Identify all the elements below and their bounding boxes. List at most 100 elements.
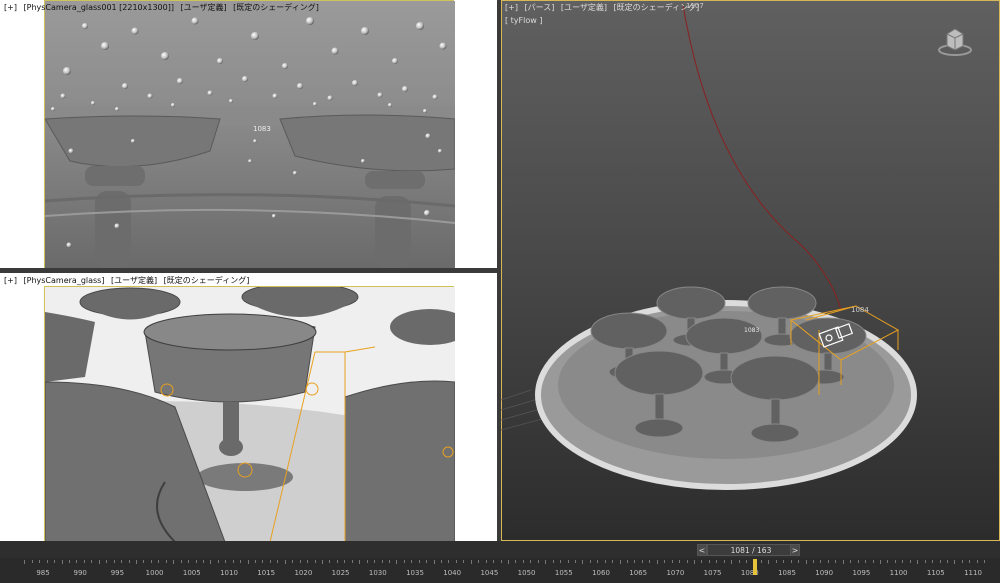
camera-safe-frame (44, 286, 455, 541)
viewport-camera-glass[interactable]: [+] [PhysCamera_glass] [ユーザ定義] [既定のシェーディ… (0, 273, 497, 541)
trackbar-tick (708, 560, 710, 563)
trackbar-tick (894, 560, 896, 563)
viewport-perspective[interactable]: [+] [パース] [ユーザ定義] [既定のシェーディング] [ tyFlow … (501, 0, 1000, 541)
trackbar-tick (701, 560, 703, 563)
trackbar-tick (121, 560, 123, 563)
trackbar-tick (694, 560, 695, 564)
trackbar-tick (418, 560, 420, 563)
trackbar-tick (359, 560, 361, 564)
trackbar-tick (403, 560, 405, 563)
time-slider-thumb[interactable]: 1081 / 163 (707, 544, 795, 556)
trackbar-tick (46, 560, 48, 563)
viewport-view-type[interactable]: [ユーザ定義] (181, 3, 227, 12)
trackbar-tick (649, 560, 651, 563)
trackbar-tick (463, 560, 465, 563)
trackbar-current-frame-marker[interactable] (753, 559, 757, 575)
trackbar-tick (880, 560, 881, 564)
trackbar-tick (679, 560, 681, 563)
trackbar-tick-label: 1020 (294, 569, 313, 577)
viewport-label[interactable]: [+] [PhysCamera_glass001 [2210x1300]] [ユ… (4, 2, 323, 13)
trackbar-tick (664, 560, 666, 563)
trackbar-tick (284, 560, 286, 564)
viewport-camera-glass001[interactable]: [+] [PhysCamera_glass001 [2210x1300]] [ユ… (0, 0, 497, 268)
trackbar-tick (143, 560, 145, 563)
trackbar-tick-label: 1040 (443, 569, 462, 577)
trackbar-tick (39, 560, 41, 563)
trackbar-tick (493, 560, 495, 563)
trackbar-tick-label: 1050 (517, 569, 536, 577)
trackbar-tick (567, 560, 569, 563)
trackbar-tick (165, 560, 167, 563)
trackbar-tick (768, 560, 770, 564)
viewport-shading[interactable]: [既定のシェーディング] (614, 3, 700, 12)
trackbar-tick-label: 1060 (592, 569, 610, 577)
trackbar-tick (448, 560, 450, 563)
time-slider-prev-button[interactable]: < (697, 544, 707, 556)
frame-label-glass: 1083 (744, 327, 759, 334)
trackbar-tick (746, 560, 748, 563)
trackbar-tick (195, 560, 197, 563)
trackbar-tick (842, 560, 844, 564)
trackbar-tick (113, 560, 115, 563)
trackbar-tick (946, 560, 948, 563)
trackbar-tick-label: 1110 (964, 569, 982, 577)
viewport-camera-name[interactable]: [PhysCamera_glass001 [2210x1300]] (24, 3, 174, 12)
trackbar-tick (976, 560, 978, 563)
trackbar-tick (426, 560, 428, 563)
trackbar-tick (366, 560, 368, 563)
trackbar-tick (634, 560, 636, 563)
viewport-camera-name[interactable]: [PhysCamera_glass] (24, 276, 105, 285)
trackbar-tick-label: 1095 (852, 569, 871, 577)
trackbar-tick (961, 560, 963, 563)
trackbar-tick (396, 560, 398, 564)
trackbar-tick (560, 560, 562, 563)
viewport-menu-plus[interactable]: [+] (505, 3, 518, 12)
trackbar-tick (158, 560, 160, 563)
trackbar-tick (61, 560, 63, 564)
trackbar-tick (872, 560, 874, 563)
trackbar-tick (202, 560, 204, 563)
viewport-menu-plus[interactable]: [+] (4, 276, 17, 285)
trackbar-tick (31, 560, 33, 563)
trackbar-tick (150, 560, 152, 563)
trackbar-tick (515, 560, 517, 563)
viewport-view-type[interactable]: [ユーザ定義] (561, 3, 607, 12)
trackbar-tick (686, 560, 688, 563)
viewport-menu-plus[interactable]: [+] (4, 3, 17, 12)
trackbar-tick (240, 560, 242, 563)
trackbar-tick-label: 995 (110, 569, 125, 577)
trackbar-tick-label: 985 (36, 569, 50, 577)
trackbar-tick (887, 560, 889, 563)
trackbar-tick (760, 560, 762, 563)
trackbar-tick (969, 560, 971, 563)
trackbar-tick (857, 560, 859, 563)
trackbar-tick (351, 560, 353, 563)
trackbar-tick (54, 560, 56, 563)
trackbar-tick-label: 1010 (220, 569, 238, 577)
trackbar-tick (277, 560, 279, 563)
scene-render: 1083 (45, 1, 455, 268)
trackbar-tick (597, 560, 599, 563)
trackbar-tick (500, 560, 502, 563)
trackbar-tick (478, 560, 480, 563)
viewport-shading[interactable]: [既定のシェーディング] (233, 3, 319, 12)
trackbar-tick (188, 560, 190, 563)
time-slider-bar[interactable] (0, 541, 1000, 558)
trackbar-tick (723, 560, 725, 563)
trackbar-tick (173, 560, 175, 564)
trackbar-tick (292, 560, 294, 563)
time-slider-next-button[interactable]: > (790, 544, 800, 556)
viewport-view-type[interactable]: [ユーザ定義] (111, 276, 157, 285)
trackbar-tick-label: 1075 (703, 569, 722, 577)
trackbar-tick (91, 560, 93, 563)
viewport-camera-name[interactable]: [パース] (525, 3, 555, 12)
frame-label-mid: 1083 (253, 125, 271, 133)
trackbar-tick (76, 560, 78, 563)
trackbar-tick (574, 560, 576, 563)
viewport-shading[interactable]: [既定のシェーディング] (164, 276, 250, 285)
trackbar-tick (731, 560, 733, 564)
trackbar-tick (582, 560, 584, 564)
trackbar-tick (805, 560, 807, 564)
viewport-label[interactable]: [+] [パース] [ユーザ定義] [既定のシェーディング] (505, 2, 703, 13)
viewport-label[interactable]: [+] [PhysCamera_glass] [ユーザ定義] [既定のシェーディ… (4, 275, 253, 286)
